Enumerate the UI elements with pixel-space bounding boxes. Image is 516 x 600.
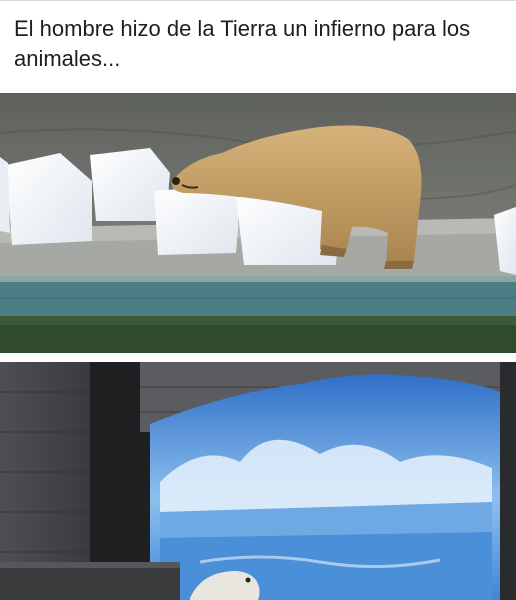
photo-ice-scene xyxy=(0,93,516,353)
meme-post: El hombre hizo de la Tierra un infierno … xyxy=(0,0,516,600)
photo-arctic-mural[interactable] xyxy=(0,362,516,600)
photo-mural-scene xyxy=(0,362,516,600)
post-caption: El hombre hizo de la Tierra un infierno … xyxy=(14,16,471,71)
photo-polar-bear-ice[interactable] xyxy=(0,93,516,353)
top-divider xyxy=(0,0,516,1)
